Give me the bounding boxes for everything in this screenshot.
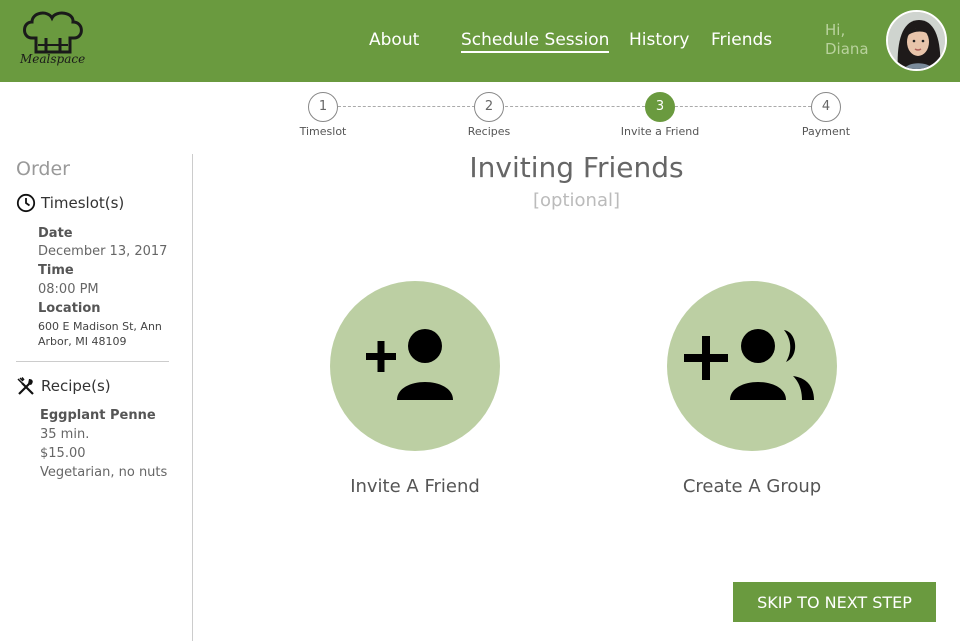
step-number: 4 <box>811 92 841 122</box>
recipe-duration: 35 min. <box>40 427 90 442</box>
recipe-price: $15.00 <box>40 446 86 461</box>
add-person-icon <box>366 329 453 400</box>
sidebar-divider <box>16 361 169 362</box>
invite-friend-button[interactable] <box>330 281 500 451</box>
recipe-notes: Vegetarian, no nuts <box>40 465 168 480</box>
avatar-portrait-icon <box>888 12 945 69</box>
user-greeting: Hi, Diana <box>825 21 869 59</box>
progress-stepper: 1 Timeslot 2 Recipes 3 Invite a Friend 4… <box>0 90 960 140</box>
date-label: Date <box>38 226 73 241</box>
page-title: Inviting Friends <box>469 151 684 184</box>
nav-about[interactable]: About <box>369 30 419 50</box>
logo-text: Mealspace <box>20 52 86 66</box>
user-avatar[interactable] <box>886 10 947 71</box>
add-group-icon <box>683 329 814 400</box>
recipe-name: Eggplant Penne <box>40 408 156 423</box>
step-payment[interactable]: 4 Payment <box>786 92 866 138</box>
time-value: 08:00 PM <box>38 282 99 297</box>
nav-history[interactable]: History <box>629 30 689 50</box>
timeslot-heading-label: Timeslot(s) <box>41 194 125 212</box>
invite-friend-label: Invite A Friend <box>350 476 480 497</box>
clock-icon <box>16 193 36 213</box>
fork-knife-icon <box>17 377 34 395</box>
step-label: Payment <box>801 125 851 138</box>
step-label: Invite a Friend <box>620 125 700 138</box>
create-group-label: Create A Group <box>682 476 822 497</box>
location-label: Location <box>38 301 101 316</box>
recipes-heading: Recipe(s) <box>16 376 111 396</box>
step-invite-friend[interactable]: 3 Invite a Friend <box>620 92 700 138</box>
step-label: Recipes <box>467 125 511 138</box>
step-number: 1 <box>308 92 338 122</box>
location-value: 600 E Madison St, Ann Arbor, MI 48109 <box>38 320 162 348</box>
time-label: Time <box>38 263 74 278</box>
step-recipes[interactable]: 2 Recipes <box>449 92 529 138</box>
greeting-name: Diana <box>825 40 869 58</box>
timeslot-heading: Timeslot(s) <box>16 193 124 213</box>
invite-friend-option[interactable]: Invite A Friend <box>330 281 500 497</box>
top-header: Mealspace About Schedule Session History… <box>0 0 960 82</box>
step-number: 3 <box>645 92 675 122</box>
greeting-hi: Hi, <box>825 21 846 39</box>
nav-schedule-session[interactable]: Schedule Session <box>461 30 610 53</box>
order-title: Order <box>16 158 70 180</box>
recipes-heading-label: Recipe(s) <box>41 377 111 395</box>
nav-friends[interactable]: Friends <box>711 30 772 50</box>
step-number: 2 <box>474 92 504 122</box>
create-group-option[interactable]: Create A Group <box>667 281 837 497</box>
step-timeslot[interactable]: 1 Timeslot <box>283 92 363 138</box>
step-label: Timeslot <box>299 125 347 138</box>
skip-to-next-step-button[interactable]: SKIP TO NEXT STEP <box>733 582 936 622</box>
date-value: December 13, 2017 <box>38 244 168 259</box>
create-group-button[interactable] <box>667 281 837 451</box>
page-subtitle: [optional] <box>533 190 620 211</box>
order-sidebar: Order Timeslot(s) Date December 13, 2017… <box>0 154 193 641</box>
